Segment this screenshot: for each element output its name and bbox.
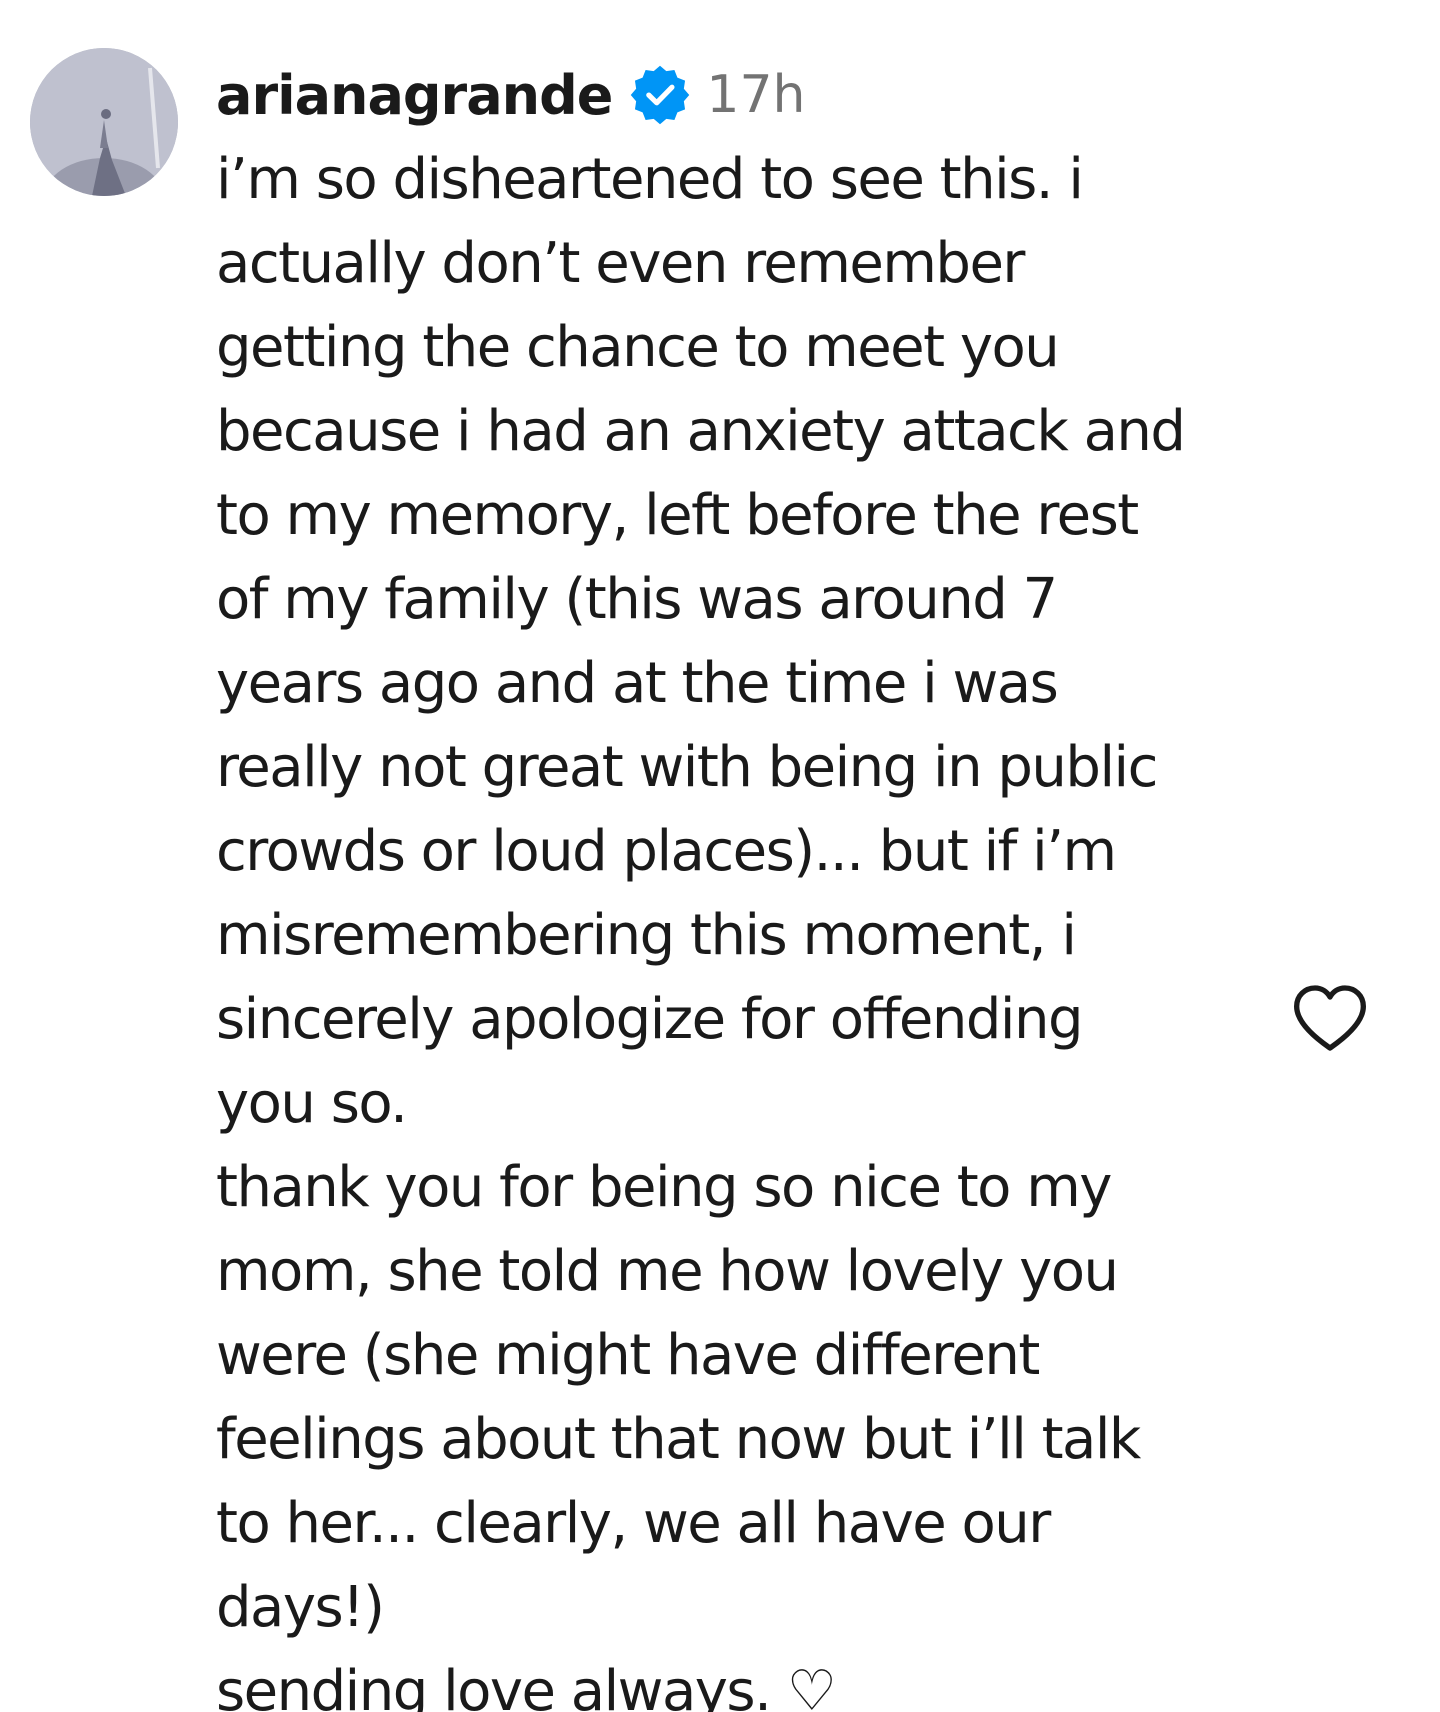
like-button[interactable] <box>1290 980 1370 1056</box>
comment-text-line: to her... clearly, we all have our <box>216 1491 1051 1556</box>
comment-body: arianagrande 17h i’m so disheartened to … <box>216 52 1256 1712</box>
comment: arianagrande 17h i’m so disheartened to … <box>0 0 1440 1712</box>
comment-text-line: crowds or loud places)... but if i’m <box>216 819 1117 884</box>
comment-text-line: feelings about that now but i’ll talk <box>216 1407 1141 1472</box>
comment-header: arianagrande 17h <box>216 52 1256 138</box>
comment-text-line: you so. <box>216 1071 408 1136</box>
comment-text-line: getting the chance to meet you <box>216 315 1060 380</box>
comment-text-line: days!) <box>216 1575 385 1640</box>
comment-text-line: mom, she told me how lovely you <box>216 1239 1119 1304</box>
comment-text-line: actually don’t even remember <box>216 231 1025 296</box>
comment-text-line: sending love always. ♡ <box>216 1659 837 1712</box>
comment-text-line: were (she might have different <box>216 1323 1040 1388</box>
comment-text-line: years ago and at the time i was <box>216 651 1059 716</box>
comment-text-line: misremembering this moment, i <box>216 903 1077 968</box>
comment-text-line: of my family (this was around 7 <box>216 567 1058 632</box>
comment-text-line: thank you for being so nice to my <box>216 1155 1112 1220</box>
timestamp: 17h <box>706 65 806 125</box>
heart-outline-icon <box>1294 985 1366 1051</box>
comment-text-line: i’m so disheartened to see this. i <box>216 147 1084 212</box>
verified-badge-icon <box>630 65 690 125</box>
comment-text-line: because i had an anxiety attack and <box>216 399 1186 464</box>
comment-text: i’m so disheartened to see this. i actua… <box>216 138 1256 1712</box>
comment-text-line: sincerely apologize for offending <box>216 987 1084 1052</box>
avatar-image <box>30 48 178 196</box>
avatar[interactable] <box>30 48 178 196</box>
comment-text-line: really not great with being in public <box>216 735 1158 800</box>
comment-text-line: to my memory, left before the rest <box>216 483 1139 548</box>
username[interactable]: arianagrande <box>216 64 613 127</box>
